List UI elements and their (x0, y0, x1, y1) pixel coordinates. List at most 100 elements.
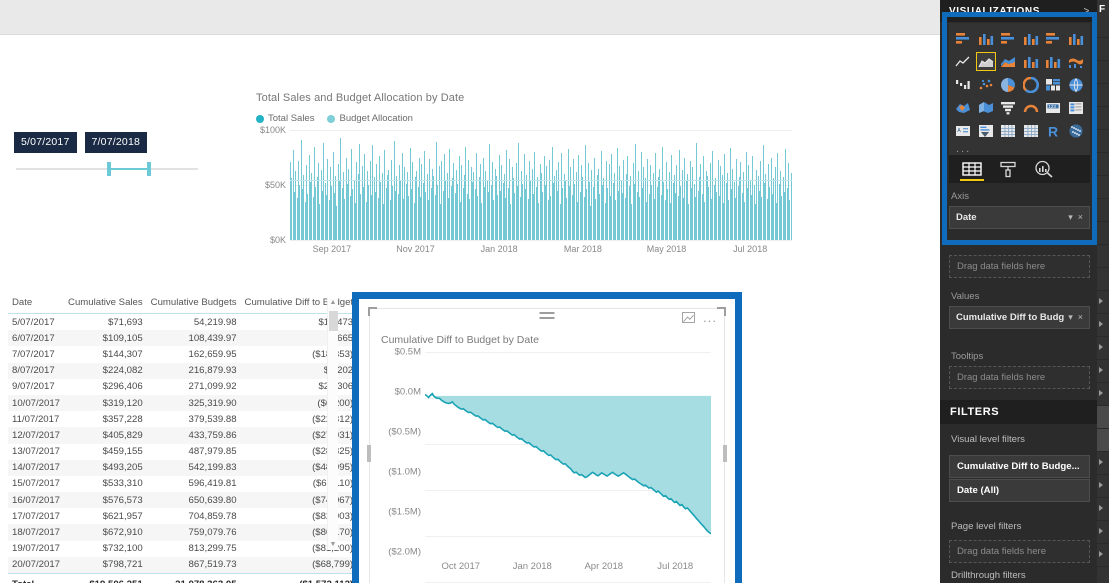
resize-handle-top-right[interactable] (717, 307, 726, 316)
area-chart-visual[interactable]: ... Cumulative Diff to Budget by Date $0… (367, 307, 727, 583)
table-row[interactable]: 5/07/2017 $71,693 54,219.98 $17,473 (8, 314, 357, 331)
expand-triangle-icon[interactable] (1099, 459, 1103, 465)
visual-type-kpi[interactable]: A (953, 121, 974, 140)
table-visual[interactable]: Date Cumulative Sales Cumulative Budgets… (8, 294, 358, 583)
visual-type-clustered-column-chart[interactable] (1021, 29, 1042, 48)
scrollbar-thumb[interactable] (329, 311, 338, 331)
expand-triangle-icon[interactable] (1099, 482, 1103, 488)
table-row[interactable]: 11/07/2017 $357,228 379,539.88 ($22,312) (8, 411, 357, 427)
visual-type-100-stacked-bar-chart[interactable] (1043, 29, 1064, 48)
table-scrollbar[interactable]: ▲ ▼ (327, 298, 338, 550)
visual-type-gallery[interactable]: 123 A R ... (949, 23, 1090, 159)
table-row[interactable]: 15/07/2017 $533,310 596,419.81 ($63,110) (8, 476, 357, 492)
visual-type-pie-chart[interactable] (998, 75, 1019, 94)
visual-type-line-stacked-column-chart[interactable] (1021, 52, 1042, 71)
visual-type-donut-chart[interactable] (1021, 75, 1042, 94)
slicer-end-date[interactable]: 7/07/2018 (84, 132, 148, 153)
fields-pane-row[interactable] (1097, 84, 1109, 107)
table-row[interactable]: 8/07/2017 $224,082 216,879.93 $7,202 (8, 362, 358, 379)
expand-triangle-icon[interactable] (1099, 528, 1103, 534)
date-slicer[interactable]: 5/07/2017 7/07/2018 (14, 132, 200, 180)
focus-mode-icon[interactable] (682, 312, 696, 323)
expand-triangle-icon[interactable] (1099, 367, 1103, 373)
table-row[interactable]: 16/07/2017$576,573650,639.80($74,067) (8, 492, 358, 509)
expand-triangle-icon[interactable] (1099, 344, 1103, 350)
fields-pane[interactable]: F (1097, 0, 1109, 583)
visual-type-treemap[interactable] (1043, 75, 1064, 94)
format-tab[interactable] (997, 157, 1019, 181)
expand-triangle-icon[interactable] (1099, 505, 1103, 511)
visual-type-line-clustered-column-chart[interactable] (1043, 52, 1064, 71)
fields-pane-row[interactable] (1097, 544, 1109, 567)
table-row[interactable]: 12/07/2017$405,829433,759.86($27,931) (8, 427, 358, 444)
visual-drag-handle-icon[interactable] (539, 312, 555, 322)
slicer-start-date[interactable]: 5/07/2017 (14, 132, 77, 153)
fields-pane-row[interactable] (1097, 176, 1109, 199)
legend-item-budget-allocation[interactable]: Budget Allocation (327, 113, 413, 124)
visual-type-python-visual[interactable] (1066, 121, 1087, 140)
slicer-handle-right[interactable] (147, 162, 151, 176)
visual-type-waterfall-chart[interactable] (953, 75, 974, 94)
well-placeholder-legend[interactable]: Drag data fields here (949, 255, 1090, 278)
table-body[interactable]: 5/07/2017$71,69354,219.98$17,4736/07/201… (8, 314, 358, 583)
table-row[interactable]: 18/07/2017$672,910759,079.76($86,170) (8, 524, 358, 541)
visual-type-filled-map[interactable] (953, 98, 974, 117)
visual-type-ribbon-chart[interactable] (1066, 52, 1087, 71)
table-row[interactable]: 13/07/2017 $459,155 487,979.85 ($28,825) (8, 444, 357, 460)
cumulative-table[interactable]: Date Cumulative Sales Cumulative Budgets… (8, 294, 358, 583)
fields-pane-row[interactable] (1097, 199, 1109, 222)
visual-type-map[interactable] (1066, 75, 1087, 94)
bar-chart-visual[interactable]: Total Sales and Budget Allocation by Dat… (256, 92, 792, 292)
expand-triangle-icon[interactable] (1099, 551, 1103, 557)
table-row[interactable]: 6/07/2017 $109,105 108,439.97 $665 (8, 330, 358, 347)
fields-pane-row[interactable] (1097, 130, 1109, 153)
visual-type-clustered-bar-chart[interactable] (998, 29, 1019, 48)
visual-type-r-script-visual[interactable]: R (1043, 121, 1064, 140)
fields-pane-row[interactable] (1097, 337, 1109, 360)
field-chip-cumulative-diff[interactable]: Cumulative Diff to Budg ▾ × (949, 306, 1090, 329)
table-row[interactable]: 9/07/2017 $296,406 271,099.92 $25,306 (8, 379, 357, 395)
fields-pane-row[interactable] (1097, 475, 1109, 498)
fields-pane-row[interactable] (1097, 15, 1109, 38)
table-row[interactable]: 20/07/2017 $798,721 867,519.73 ($68,799) (8, 556, 358, 574)
expand-triangle-icon[interactable] (1099, 298, 1103, 304)
filter-chip-cumulative-diff[interactable]: Cumulative Diff to Budge... (949, 455, 1090, 478)
area-chart-series[interactable] (425, 352, 711, 571)
fields-pane-row[interactable] (1097, 245, 1109, 268)
table-row[interactable]: 10/07/2017$319,120325,319.90($6,200) (8, 394, 358, 412)
visual-type-scatter-chart[interactable] (976, 75, 997, 94)
visual-toolbar[interactable]: ... (682, 311, 717, 324)
expand-triangle-icon[interactable] (1099, 390, 1103, 396)
pane-tabs[interactable] (949, 155, 1090, 183)
visual-type-multi-row-card[interactable] (1066, 98, 1087, 117)
table-column-header-date[interactable]: Date (8, 294, 65, 314)
filter-chip-date[interactable]: Date (All) (949, 479, 1090, 502)
visual-type-table[interactable] (998, 121, 1019, 140)
table-column-header-cumulative-sales[interactable]: Cumulative Sales (64, 294, 147, 314)
fields-pane-row[interactable] (1097, 429, 1109, 452)
visual-type-100-stacked-column-chart[interactable] (1066, 29, 1087, 48)
visual-type-funnel[interactable] (998, 98, 1019, 117)
visual-type-slicer[interactable] (976, 121, 997, 140)
table-column-header-cumulative-diff[interactable]: Cumulative Diff to Budget (240, 294, 358, 314)
visual-type-line-chart[interactable] (953, 52, 974, 71)
visual-type-area-chart[interactable] (975, 52, 996, 71)
well-values[interactable]: Values Cumulative Diff to Budg ▾ × (949, 288, 1090, 329)
report-canvas[interactable]: 5/07/2017 7/07/2018 Total Sales and Budg… (0, 36, 940, 583)
table-row[interactable]: 7/07/2017 $144,307 162,659.95 ($18,353) (8, 346, 357, 362)
slicer-handle-left[interactable] (107, 162, 111, 176)
chip-dropdown-icon[interactable]: ▾ (1068, 212, 1073, 223)
well-tooltips[interactable]: Tooltips Drag data fields here (949, 348, 1090, 389)
field-chip-date[interactable]: Date ▾ × (949, 206, 1090, 229)
fields-tab[interactable] (960, 157, 984, 181)
visual-type-gauge[interactable] (1021, 98, 1042, 117)
fields-pane-row[interactable] (1097, 314, 1109, 337)
analytics-tab[interactable] (1033, 157, 1055, 181)
table-row[interactable]: 19/07/2017 $732,100 813,299.75 ($81,200) (8, 541, 357, 557)
fields-pane-row[interactable] (1097, 222, 1109, 245)
visual-type-shape-map[interactable] (976, 98, 997, 117)
table-row[interactable]: 14/07/2017$493,205542,199.83($48,995) (8, 459, 358, 476)
scroll-up-arrow-icon[interactable]: ▲ (328, 298, 338, 308)
well-placeholder-tooltips[interactable]: Drag data fields here (949, 366, 1090, 389)
fields-pane-row[interactable] (1097, 360, 1109, 383)
